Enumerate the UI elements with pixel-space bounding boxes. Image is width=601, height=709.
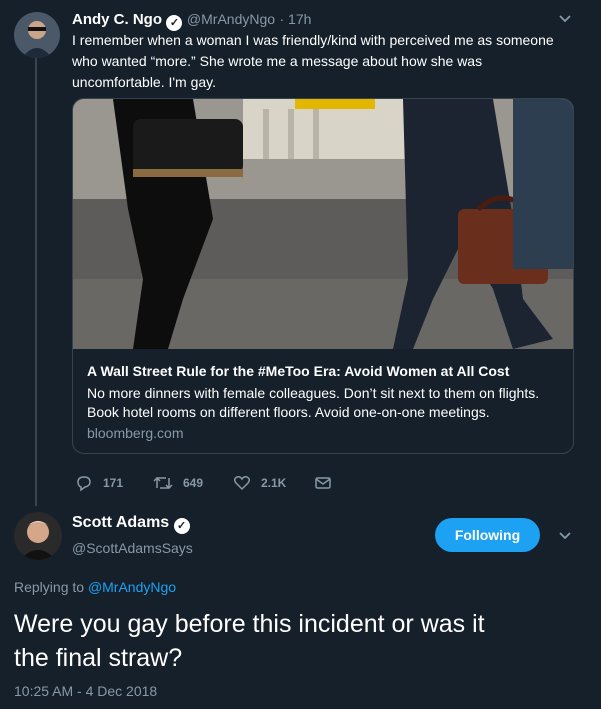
author-name[interactable]: Andy C. Ngo bbox=[72, 11, 162, 28]
card-description: No more dinners with female colleagues. … bbox=[87, 384, 565, 422]
reply-timestamp[interactable]: 10:25 AM - 4 Dec 2018 bbox=[14, 683, 157, 699]
verified-icon: ✓ bbox=[173, 518, 190, 534]
reply-text-line: the final straw? bbox=[14, 644, 183, 672]
chevron-down-icon[interactable] bbox=[558, 529, 572, 548]
like-count: 2.1K bbox=[261, 476, 287, 490]
link-preview-card[interactable]: A Wall Street Rule for the #MeToo Era: A… bbox=[72, 98, 574, 454]
replying-to-handle[interactable]: @MrAndyNgo bbox=[88, 579, 176, 595]
tweet-text-line: who wanted “more.” She wrote me a messag… bbox=[72, 53, 483, 69]
reply-text: Were you gay before this incident or was… bbox=[14, 607, 584, 675]
reply-author-row: Scott Adams ✓ bbox=[72, 514, 190, 534]
following-button[interactable]: Following bbox=[435, 518, 540, 552]
reply-action[interactable]: 171 bbox=[75, 474, 123, 492]
heart-icon bbox=[233, 476, 251, 491]
reply-author-handle[interactable]: @ScottAdamsSays bbox=[72, 540, 193, 556]
tweet-text-line: I remember when a woman I was friendly/k… bbox=[72, 32, 554, 48]
card-description-line: Book hotel rooms on different floors. Av… bbox=[87, 404, 490, 420]
author-handle[interactable]: @MrAndyNgo bbox=[187, 11, 275, 27]
avatar-andy-ngo[interactable] bbox=[14, 12, 60, 58]
like-action[interactable]: 2.1K bbox=[233, 474, 286, 492]
thread-connector-line bbox=[35, 58, 37, 506]
retweet-action[interactable]: 649 bbox=[153, 474, 203, 492]
verified-icon: ✓ bbox=[166, 15, 183, 31]
envelope-icon bbox=[315, 477, 331, 489]
reply-text-line: Were you gay before this incident or was… bbox=[14, 610, 485, 638]
reply-icon bbox=[77, 476, 91, 492]
tweet-header: Andy C. Ngo ✓ @MrAndyNgo · 17h bbox=[72, 11, 311, 31]
card-image bbox=[73, 99, 573, 349]
chevron-down-icon[interactable] bbox=[558, 12, 572, 31]
card-description-line: No more dinners with female colleagues. … bbox=[87, 385, 540, 401]
direct-message-action[interactable] bbox=[314, 474, 332, 492]
retweet-icon bbox=[153, 476, 173, 490]
card-domain[interactable]: bloomberg.com bbox=[87, 425, 184, 441]
tweet-text: I remember when a woman I was friendly/k… bbox=[72, 30, 572, 93]
replying-to-label: Replying to bbox=[14, 579, 85, 595]
tweet-time[interactable]: · 17h bbox=[280, 11, 312, 27]
avatar-scott-adams[interactable] bbox=[14, 512, 62, 560]
retweet-count: 649 bbox=[183, 476, 204, 490]
replying-to: Replying to @MrAndyNgo bbox=[14, 579, 176, 595]
reply-author-name[interactable]: Scott Adams bbox=[72, 514, 169, 531]
reply-count: 171 bbox=[103, 476, 124, 490]
tweet-text-line: uncomfortable. I'm gay. bbox=[72, 74, 217, 90]
card-title[interactable]: A Wall Street Rule for the #MeToo Era: A… bbox=[87, 363, 509, 379]
